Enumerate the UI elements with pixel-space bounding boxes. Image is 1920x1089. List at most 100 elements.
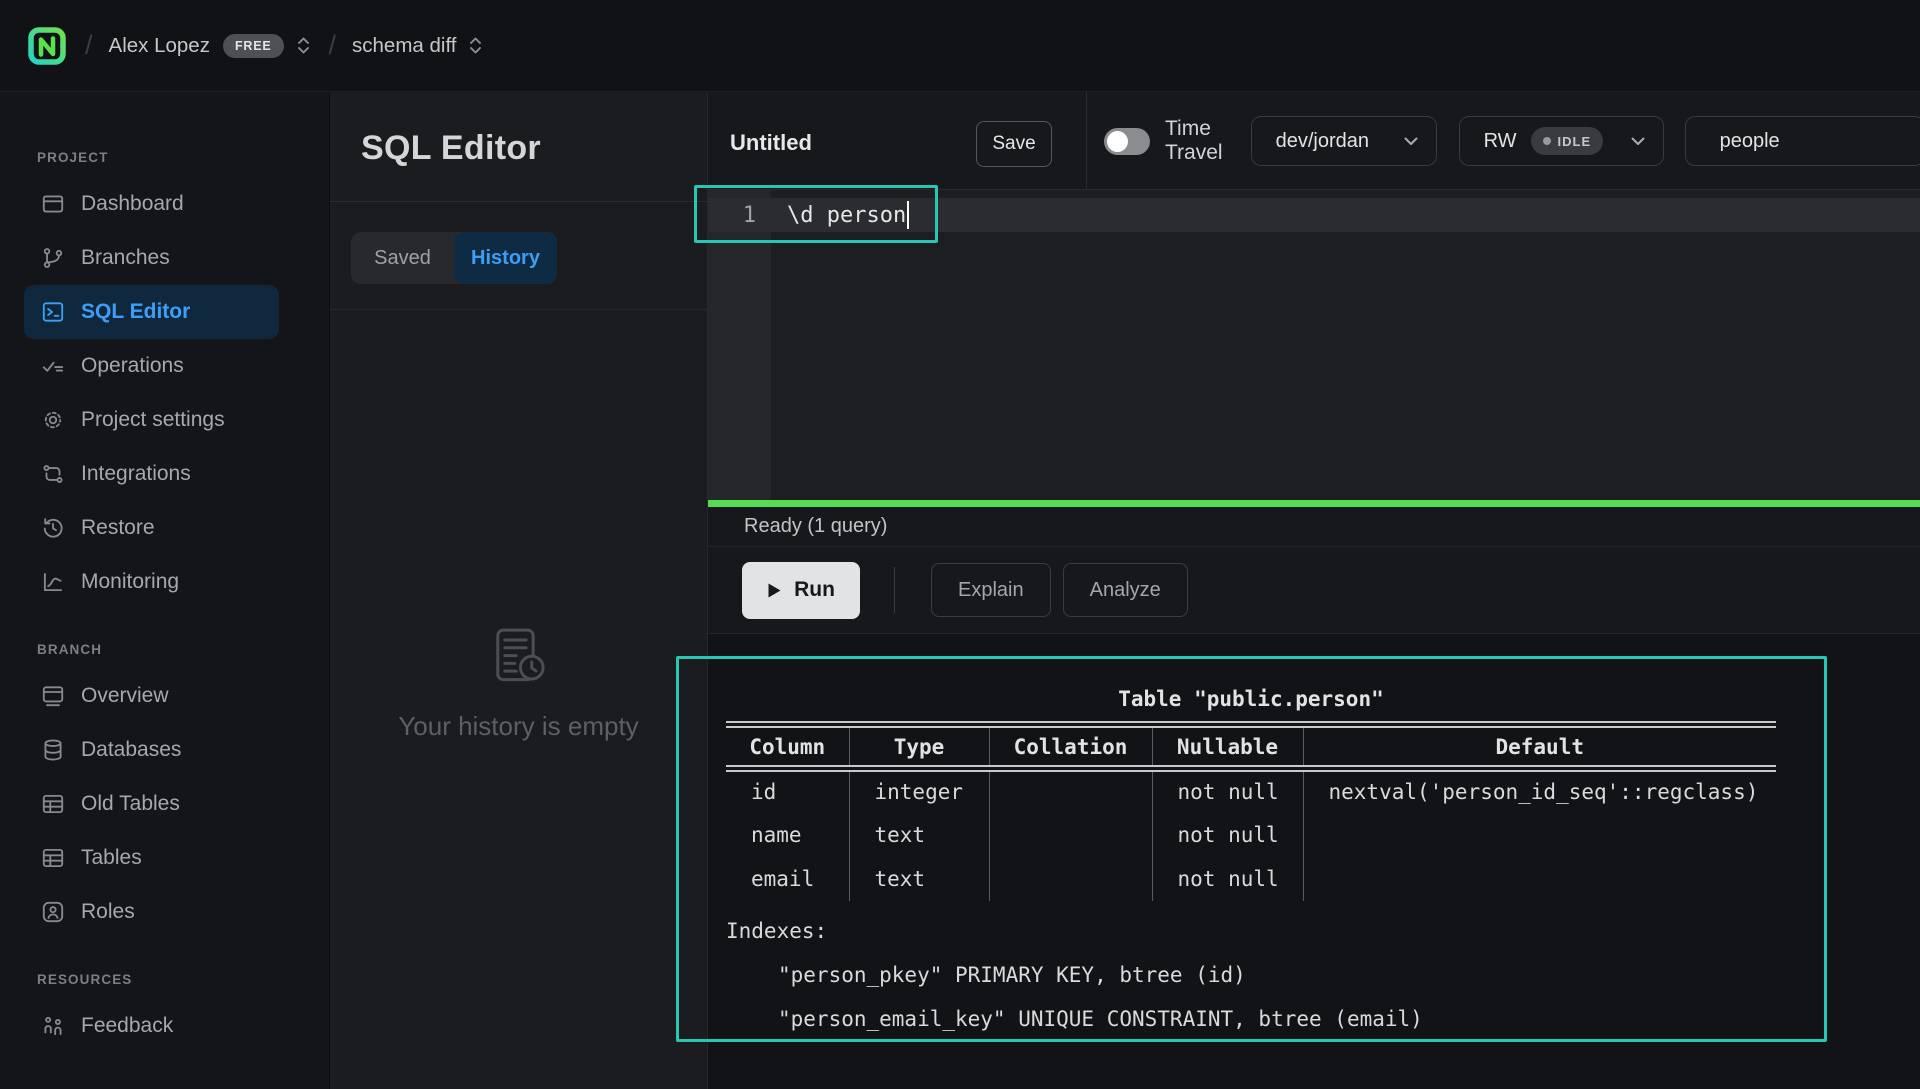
actions-bar: Run Explain Analyze	[708, 547, 1920, 634]
sidebar-item-label: Overview	[81, 684, 169, 708]
neon-logo-icon[interactable]	[27, 26, 67, 66]
status-text: Ready (1 query)	[744, 515, 887, 538]
table-row: email text not null	[726, 857, 1776, 901]
sidebar-item-databases[interactable]: Databases	[0, 723, 329, 777]
indexes-section: Indexes: "person_pkey" PRIMARY KEY, btre…	[726, 909, 1776, 1041]
settings-gear-icon	[40, 407, 66, 433]
sidebar-branch-list: Overview Databases Old Tables Tables Rol…	[0, 669, 329, 939]
sidebar-item-operations[interactable]: Operations	[0, 339, 329, 393]
code-text: \d person	[771, 203, 906, 228]
column-header: Collation	[989, 725, 1152, 769]
tab-saved[interactable]: Saved	[351, 232, 454, 284]
app-window: / Alex Lopez FREE / schema diff PROJECT …	[0, 0, 1920, 1089]
buttons-separator	[894, 567, 895, 613]
query-tab-title[interactable]: Untitled	[730, 130, 812, 156]
chevron-down-icon	[1404, 137, 1418, 146]
tab-history[interactable]: History	[454, 232, 557, 284]
plan-badge: FREE	[223, 34, 284, 58]
play-icon	[767, 582, 782, 599]
editor-gutter	[708, 190, 771, 500]
sidebar-resources-list: Feedback	[0, 999, 329, 1053]
sidebar-project-list: Dashboard Branches SQL Editor Operations…	[0, 177, 329, 609]
restore-clock-icon	[40, 515, 66, 541]
sql-code-editor[interactable]: 1 \d person	[708, 190, 1920, 500]
breadcrumb-org[interactable]: Alex Lopez	[109, 34, 210, 58]
save-button[interactable]: Save	[976, 121, 1052, 167]
panel-header: SQL Editor	[330, 92, 707, 202]
time-travel-toggle[interactable]	[1104, 128, 1150, 155]
breadcrumb-project[interactable]: schema diff	[352, 34, 456, 58]
history-list: Your history is empty	[330, 310, 707, 1089]
sidebar-item-feedback[interactable]: Feedback	[0, 999, 329, 1053]
database-select[interactable]: people	[1685, 116, 1920, 166]
feedback-people-icon	[40, 1013, 66, 1039]
compute-select[interactable]: RW IDLE	[1459, 116, 1664, 166]
saved-history-tabs: Saved History	[351, 232, 557, 284]
column-header: Column	[726, 725, 849, 769]
integrations-icon	[40, 461, 66, 487]
queries-tabs-row: Saved History	[330, 202, 707, 310]
branch-select[interactable]: dev/jordan	[1251, 116, 1437, 166]
status-bar: Ready (1 query)	[708, 507, 1920, 547]
database-select-value: people	[1720, 130, 1780, 153]
sidebar-item-monitoring[interactable]: Monitoring	[0, 555, 329, 609]
indexes-label: Indexes:	[726, 909, 1776, 953]
breadcrumb-slash: /	[329, 30, 337, 61]
editor-header: Untitled Save Time Travel dev/jordan RW …	[708, 92, 1920, 190]
status-dot-icon	[1543, 137, 1551, 145]
result-table: Column Type Collation Nullable Default i…	[726, 721, 1776, 901]
breadcrumb-slash: /	[85, 30, 93, 61]
explain-button[interactable]: Explain	[931, 563, 1051, 617]
project-switcher-button[interactable]	[468, 35, 483, 56]
top-bar: / Alex Lopez FREE / schema diff	[0, 0, 1920, 92]
sidebar-item-overview[interactable]: Overview	[0, 669, 329, 723]
chevron-up-down-icon	[296, 35, 311, 56]
sidebar-item-sql-editor[interactable]: SQL Editor	[24, 285, 279, 339]
result-table-title: Table "public.person"	[726, 677, 1776, 721]
roles-user-icon	[40, 899, 66, 925]
compute-status-badge: IDLE	[1531, 127, 1604, 155]
operations-icon	[40, 353, 66, 379]
table-icon	[40, 845, 66, 871]
sidebar-item-label: Monitoring	[81, 570, 179, 594]
sidebar-section-resources: RESOURCES	[37, 972, 329, 987]
index-line: "person_pkey" PRIMARY KEY, btree (id)	[726, 953, 1776, 997]
table-row: id integer not null nextval('person_id_s…	[726, 769, 1776, 813]
results-pane: Table "public.person" Column Type Collat…	[708, 634, 1920, 1089]
table-icon	[40, 791, 66, 817]
index-line: "person_email_key" UNIQUE CONSTRAINT, bt…	[726, 997, 1776, 1041]
sidebar-item-project-settings[interactable]: Project settings	[0, 393, 329, 447]
sidebar-item-branches[interactable]: Branches	[0, 231, 329, 285]
sidebar-item-old-tables[interactable]: Old Tables	[0, 777, 329, 831]
sidebar-item-label: Tables	[81, 846, 142, 870]
header-divider	[1086, 92, 1087, 190]
sidebar-item-label: Old Tables	[81, 792, 180, 816]
chevron-down-icon	[1631, 137, 1645, 146]
sidebar-section-branch: BRANCH	[37, 642, 329, 657]
org-switcher-button[interactable]	[296, 35, 311, 56]
result-header-row: Column Type Collation Nullable Default	[726, 725, 1776, 769]
chevron-up-down-icon	[468, 35, 483, 56]
overview-icon	[40, 683, 66, 709]
analyze-button[interactable]: Analyze	[1063, 563, 1188, 617]
sidebar-section-project: PROJECT	[37, 150, 329, 165]
dashboard-icon	[40, 191, 66, 217]
sidebar-item-label: Project settings	[81, 408, 225, 432]
column-header: Nullable	[1152, 725, 1303, 769]
history-empty-icon	[485, 623, 553, 691]
app-body: PROJECT Dashboard Branches SQL Editor Op…	[0, 92, 1920, 1089]
sidebar-item-integrations[interactable]: Integrations	[0, 447, 329, 501]
sql-editor-panel: SQL Editor Saved History Your history is…	[330, 92, 708, 1089]
sidebar-item-restore[interactable]: Restore	[0, 501, 329, 555]
sidebar: PROJECT Dashboard Branches SQL Editor Op…	[0, 92, 330, 1089]
sidebar-item-roles[interactable]: Roles	[0, 885, 329, 939]
toggle-knob	[1107, 131, 1128, 152]
monitoring-chart-icon	[40, 569, 66, 595]
sidebar-item-dashboard[interactable]: Dashboard	[0, 177, 329, 231]
run-button[interactable]: Run	[742, 562, 860, 619]
sidebar-item-label: Databases	[81, 738, 181, 762]
psql-output: Table "public.person" Column Type Collat…	[726, 677, 1776, 1041]
sidebar-item-label: Restore	[81, 516, 155, 540]
sidebar-item-tables[interactable]: Tables	[0, 831, 329, 885]
query-progress-bar	[708, 500, 1920, 507]
